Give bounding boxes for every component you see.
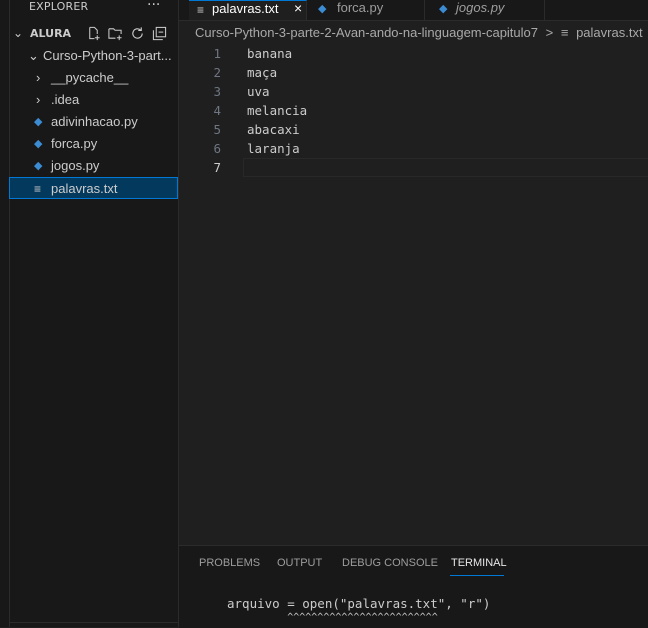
tree-folder-idea[interactable]: › .idea bbox=[9, 89, 178, 111]
tree-file-jogos[interactable]: ◆ jogos.py bbox=[9, 155, 178, 177]
workspace-section-label: ALURA bbox=[30, 27, 72, 40]
workspace-section-header[interactable]: ⌄ ALURA bbox=[0, 24, 179, 44]
current-line-highlight bbox=[243, 158, 648, 177]
tree-file-forca[interactable]: ◆ forca.py bbox=[9, 133, 178, 155]
line-text: laranja bbox=[247, 141, 300, 156]
tree-folder-root[interactable]: ⌄ Curso-Python-3-part... bbox=[9, 45, 178, 67]
new-folder-icon[interactable] bbox=[107, 25, 123, 41]
tab-jogos-py[interactable]: ◆ jogos.py bbox=[425, 0, 545, 20]
line-number: 3 bbox=[213, 84, 221, 99]
code-line: 3 uva bbox=[179, 82, 648, 101]
python-icon: ◆ bbox=[34, 160, 43, 172]
line-text: melancia bbox=[247, 103, 308, 118]
python-icon: ◆ bbox=[34, 138, 43, 150]
tab-palavras-txt[interactable]: ≡ palavras.txt × bbox=[189, 0, 307, 20]
tree-label: jogos.py bbox=[51, 158, 100, 173]
text-file-icon: ≡ bbox=[197, 3, 205, 17]
code-line: 2 maça bbox=[179, 63, 648, 82]
explorer-title: EXPLORER bbox=[29, 0, 89, 13]
tree-label: .idea bbox=[51, 92, 80, 107]
line-number: 4 bbox=[213, 103, 221, 118]
bottom-panel: PROBLEMS OUTPUT DEBUG CONSOLE TERMINAL a… bbox=[179, 545, 648, 628]
new-file-icon[interactable] bbox=[85, 25, 101, 41]
tree-label: adivinhacao.py bbox=[51, 114, 138, 129]
python-icon: ◆ bbox=[318, 3, 327, 15]
line-text: uva bbox=[247, 84, 270, 99]
editor-tab-bar: ≡ palavras.txt × ◆ forca.py ◆ jogos.py bbox=[179, 0, 648, 21]
code-line-current: 7 bbox=[179, 158, 648, 177]
code-line: 5 abacaxi bbox=[179, 120, 648, 139]
tree-file-palavras[interactable]: ≡ palavras.txt bbox=[9, 177, 178, 199]
terminal-line: ^^^^^^^^^^^^^^^^^^^^^^^^^ bbox=[227, 612, 438, 623]
text-file-icon: ≡ bbox=[34, 182, 42, 196]
chevron-down-icon: ⌄ bbox=[13, 26, 24, 40]
line-number: 6 bbox=[213, 141, 221, 156]
line-number: 1 bbox=[213, 46, 221, 61]
line-text: banana bbox=[247, 46, 293, 61]
breadcrumb: Curso-Python-3-parte-2-Avan-ando-na-ling… bbox=[195, 25, 648, 43]
tree-folder-pycache[interactable]: › __pycache__ bbox=[9, 67, 178, 89]
active-tab-indicator bbox=[450, 575, 504, 576]
chevron-right-icon: › bbox=[36, 70, 41, 85]
line-text: abacaxi bbox=[247, 122, 300, 137]
tree-file-adivinhacao[interactable]: ◆ adivinhacao.py bbox=[9, 111, 178, 133]
tab-forca-py[interactable]: ◆ forca.py bbox=[307, 0, 425, 20]
tab-output[interactable]: OUTPUT bbox=[277, 557, 322, 569]
tree-label: palavras.txt bbox=[51, 181, 118, 196]
tab-label: forca.py bbox=[337, 0, 384, 15]
breadcrumb-folder[interactable]: Curso-Python-3-parte-2-Avan-ando-na-ling… bbox=[195, 25, 538, 40]
code-line: 4 melancia bbox=[179, 101, 648, 120]
text-file-icon: ≡ bbox=[560, 25, 569, 40]
chevron-right-icon: › bbox=[36, 92, 41, 107]
close-icon[interactable]: × bbox=[294, 0, 302, 16]
breadcrumb-file[interactable]: palavras.txt bbox=[576, 25, 642, 40]
python-icon: ◆ bbox=[439, 3, 448, 15]
sidebar-divider bbox=[9, 622, 178, 623]
chevron-down-icon: ⌄ bbox=[28, 48, 39, 63]
code-line: 6 laranja bbox=[179, 139, 648, 158]
code-line: 1 banana bbox=[179, 44, 648, 63]
explorer-sidebar: EXPLORER ··· ⌄ ALURA ⌄ Curso-Python-3-pa… bbox=[0, 0, 179, 627]
tree-label: forca.py bbox=[51, 136, 98, 151]
python-icon: ◆ bbox=[34, 116, 43, 128]
tab-label: palavras.txt bbox=[212, 1, 279, 16]
collapse-all-icon[interactable] bbox=[151, 25, 167, 41]
tab-label: jogos.py bbox=[456, 0, 505, 15]
code-editor[interactable]: 1 banana 2 maça 3 uva 4 melancia 5 abaca… bbox=[179, 44, 648, 544]
tab-debug-console[interactable]: DEBUG CONSOLE bbox=[342, 557, 438, 569]
line-number: 2 bbox=[213, 65, 221, 80]
line-text: maça bbox=[247, 65, 278, 80]
line-number: 7 bbox=[213, 160, 221, 175]
terminal-line: arquivo = open("palavras.txt", "r") bbox=[227, 596, 491, 611]
chevron-right-icon: > bbox=[545, 25, 554, 40]
tree-label: __pycache__ bbox=[51, 70, 129, 85]
line-number: 5 bbox=[213, 122, 221, 137]
tab-problems[interactable]: PROBLEMS bbox=[199, 557, 260, 569]
tab-terminal[interactable]: TERMINAL bbox=[451, 557, 507, 569]
tree-label: Curso-Python-3-part... bbox=[43, 48, 172, 63]
refresh-icon[interactable] bbox=[129, 25, 145, 41]
more-actions-icon[interactable]: ··· bbox=[147, 0, 160, 13]
